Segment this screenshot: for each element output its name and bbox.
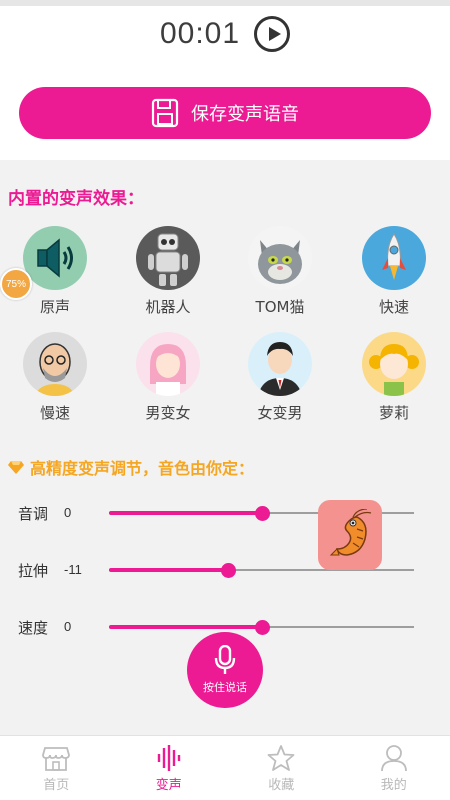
bottom-tab-bar: 首页 变声 收藏 我的 xyxy=(0,735,450,800)
slider-fill xyxy=(109,625,262,629)
effect-slow[interactable]: 慢速 xyxy=(10,332,100,423)
slider-value: -11 xyxy=(64,562,82,577)
slider-thumb[interactable] xyxy=(254,620,270,635)
slider-value: 0 xyxy=(64,505,72,520)
tuning-title: 高精度变声调节，音色由你定： xyxy=(30,459,255,478)
save-icon xyxy=(151,98,179,128)
tab-label: 收藏 xyxy=(268,778,295,793)
user-icon xyxy=(380,745,407,772)
slider-label: 拉伸 xyxy=(18,562,49,580)
effect-male-to-female[interactable]: 男变女 xyxy=(123,332,213,423)
timer-row: 00:01 xyxy=(0,14,450,54)
top-divider xyxy=(0,0,450,6)
play-icon[interactable] xyxy=(254,16,291,52)
tab-label: 变声 xyxy=(155,778,182,793)
diamond-icon xyxy=(8,461,24,474)
slider-label: 速度 xyxy=(18,619,49,637)
effect-robot[interactable]: 机器人 xyxy=(123,226,213,317)
effect-label: 机器人 xyxy=(145,298,191,316)
shrimp-float-button[interactable] xyxy=(318,500,382,570)
shop-icon xyxy=(42,747,71,771)
speed-slider[interactable] xyxy=(109,620,414,635)
little-girl-icon xyxy=(362,332,426,396)
slider-fill xyxy=(109,511,262,515)
slider-value: 0 xyxy=(64,619,72,634)
effect-label: TOM猫 xyxy=(255,298,305,316)
tab-voice-change[interactable]: 变声 xyxy=(113,736,226,800)
tab-label: 我的 xyxy=(380,778,407,793)
girl-icon xyxy=(136,332,200,396)
slider-label: 音调 xyxy=(18,505,49,523)
slider-thumb[interactable] xyxy=(254,506,270,521)
effect-label: 女变男 xyxy=(257,404,303,422)
rocket-icon xyxy=(362,226,426,290)
talk-button-label: 按住说话 xyxy=(203,681,247,694)
effect-label: 原声 xyxy=(39,298,70,316)
save-button-label: 保存变声语音 xyxy=(191,104,299,125)
slider-fill xyxy=(109,568,228,572)
hold-to-talk-button[interactable]: 按住说话 xyxy=(187,632,263,708)
effect-label: 男变女 xyxy=(145,404,191,422)
timer-display: 00:01 xyxy=(159,17,241,50)
shrimp-icon xyxy=(329,509,372,556)
save-voice-button[interactable]: 保存变声语音 xyxy=(19,87,431,139)
effect-label: 慢速 xyxy=(39,404,70,422)
progress-badge: 75% xyxy=(0,268,32,300)
tab-home[interactable]: 首页 xyxy=(0,736,113,800)
effect-fast[interactable]: 快速 xyxy=(349,226,439,317)
speaker-icon xyxy=(23,226,87,290)
effects-title: 内置的变声效果： xyxy=(8,189,144,209)
effect-label: 快速 xyxy=(378,298,409,316)
slider-thumb[interactable] xyxy=(220,563,236,578)
effect-tom-cat[interactable]: TOM猫 xyxy=(235,226,325,317)
microphone-icon xyxy=(214,645,236,674)
tab-favorites[interactable]: 收藏 xyxy=(225,736,338,800)
man-icon xyxy=(248,332,312,396)
waveform-icon xyxy=(157,745,180,771)
robot-icon xyxy=(136,226,200,290)
tab-label: 首页 xyxy=(43,778,70,793)
effect-loli[interactable]: 萝莉 xyxy=(349,332,439,423)
tom-cat-icon xyxy=(248,226,312,290)
tab-profile[interactable]: 我的 xyxy=(338,736,450,800)
effect-female-to-male[interactable]: 女变男 xyxy=(235,332,325,423)
tuning-title-row: 高精度变声调节，音色由你定： xyxy=(8,455,254,479)
old-man-icon xyxy=(23,332,87,396)
star-icon xyxy=(267,745,295,771)
effect-label: 萝莉 xyxy=(378,404,409,422)
